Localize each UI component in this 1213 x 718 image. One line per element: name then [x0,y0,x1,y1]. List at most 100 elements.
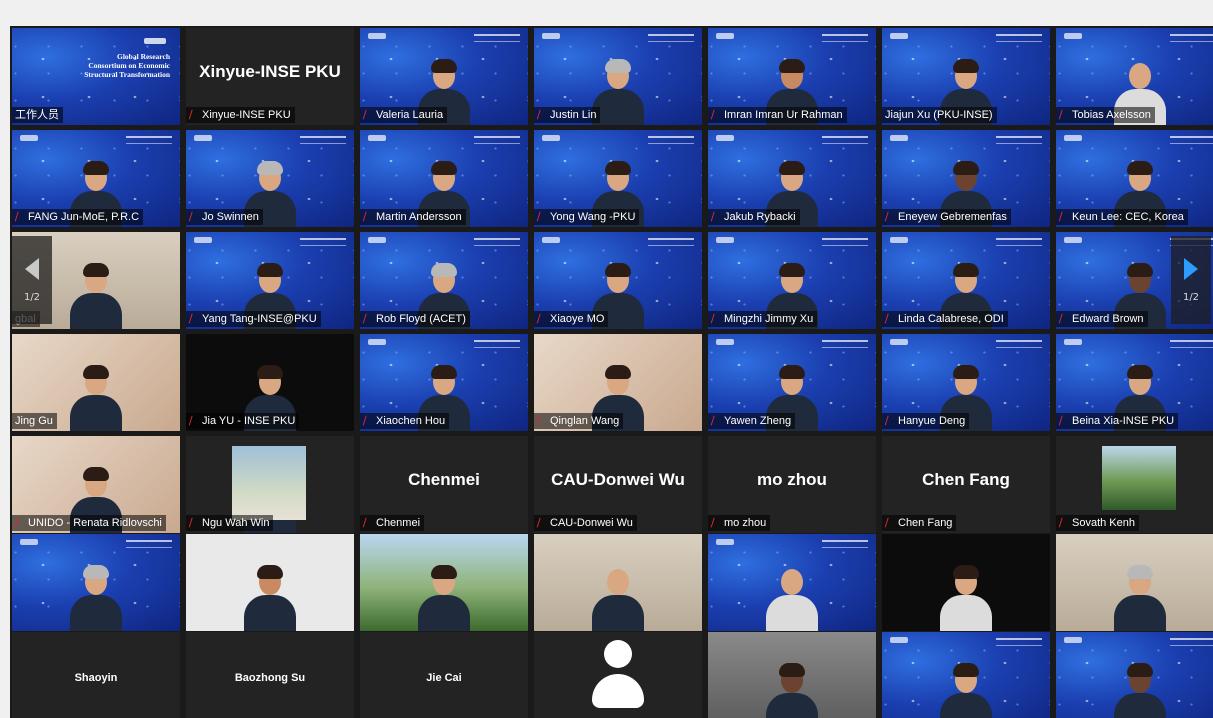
participant-name-label: ⧸ Xiaochen Hou [360,413,450,429]
participant-tile[interactable]: CAU-Donwei Wu ⧸ CAU-Donwei Wu [534,436,702,533]
banner-text-mark [1170,34,1213,42]
banner-text-mark [1170,340,1213,348]
participant-name-label: ⧸ Keun Lee: CEC, Korea [1056,209,1188,225]
muted-mic-icon: ⧸ [1059,109,1063,121]
participant-tile[interactable]: Chen Fang ⧸ Chen Fang [882,436,1050,533]
participant-tile[interactable] [12,534,180,631]
participant-tile[interactable]: Jing Gu [12,334,180,431]
participant-tile[interactable]: ⧸ Qinglan Wang [534,334,702,431]
muted-mic-icon: ⧸ [15,211,19,223]
participant-tile[interactable]: ⧸ Jo Swinnen [186,130,354,227]
participant-tile[interactable]: Xinyue-INSE PKU ⧸ Xinyue-INSE PKU [186,28,354,125]
participant-name-text: Xiaoye MO [550,313,605,325]
participant-tile[interactable]: ⧸ Valeria Lauria [360,28,528,125]
participant-tile[interactable] [186,534,354,631]
banner-text-mark [822,540,868,548]
participant-video-person [762,559,822,631]
participant-tile[interactable] [1056,632,1213,718]
participant-video-person [936,657,996,718]
muted-mic-icon: ⧸ [711,109,715,121]
participant-name-label: ⧸ Chenmei [360,515,425,531]
participant-tile[interactable]: Shaoyin [12,632,180,718]
consortium-logo-icon [368,339,386,345]
participant-video-person [1110,657,1170,718]
previous-page-button[interactable]: 1/2 [12,236,52,324]
participant-tile[interactable]: ⧸ Yawen Zheng [708,334,876,431]
participant-tile[interactable]: ⧸ Mingzhi Jimmy Xu [708,232,876,329]
participant-name-text: UNIDO - Renata Ridlovschi [28,517,162,529]
consortium-logo-icon [1064,339,1082,345]
participant-tile[interactable]: ⧸ Hanyue Deng [882,334,1050,431]
participant-tile[interactable]: ⧸ Martin Andersson [360,130,528,227]
consortium-logo-icon [890,33,908,39]
muted-mic-icon: ⧸ [189,415,193,427]
participant-name-text: Sovath Kenh [1072,517,1135,529]
banner-text-mark [648,34,694,42]
participant-tile[interactable]: ⧸ Imran Imran Ur Rahman [708,28,876,125]
participant-tile[interactable]: Baozhong Su [186,632,354,718]
participant-name-text: Linda Calabrese, ODI [898,313,1004,325]
next-page-button[interactable]: 1/2 [1171,236,1211,324]
muted-mic-icon: ⧸ [537,109,541,121]
participant-tile[interactable]: Global Research Consortium on Economic S… [12,28,180,125]
banner-text-mark [648,136,694,144]
participant-name-text: Jakub Rybacki [724,211,796,223]
participant-tile[interactable]: ⧸ Xiaoye MO [534,232,702,329]
participant-name-text: Valeria Lauria [376,109,444,121]
participant-tile[interactable]: ⧸ Eneyew Gebremenfas [882,130,1050,227]
participant-tile[interactable]: ⧸ Yong Wang -PKU [534,130,702,227]
participant-tile[interactable] [882,632,1050,718]
participant-tile[interactable]: Chenmei ⧸ Chenmei [360,436,528,533]
participant-tile[interactable]: ⧸ Yang Tang-INSE@PKU [186,232,354,329]
participant-tile[interactable]: ⧸ Linda Calabrese, ODI [882,232,1050,329]
participant-name-label: ⧸ Jia YU - INSE PKU [186,413,300,429]
consortium-logo-icon [194,135,212,141]
consortium-logo-icon [20,135,38,141]
participant-name-text: Chen Fang [898,517,953,529]
participant-tile[interactable] [1056,534,1213,631]
banner-text-mark [474,136,520,144]
participant-tile[interactable]: ⧸ Jia YU - INSE PKU [186,334,354,431]
participant-tile[interactable] [534,632,702,718]
participant-tile[interactable] [534,534,702,631]
participant-name-label: ⧸ mo zhou [708,515,771,531]
banner-text-mark [474,238,520,246]
participant-video-person [936,559,996,631]
participant-name-label: ⧸ Jakub Rybacki [708,209,800,225]
participant-name-text: Yong Wang -PKU [550,211,636,223]
participant-tile[interactable] [360,534,528,631]
participant-name-text: Jing Gu [15,415,53,427]
banner-text-mark [996,638,1042,646]
participant-display-name: Chen Fang [922,470,1010,489]
consortium-title: Global Research Consortium on Economic S… [84,52,170,79]
participant-tile[interactable] [708,534,876,631]
participant-tile[interactable]: ⧸ UNIDO - Renata Ridlovschi [12,436,180,533]
participant-tile[interactable]: Jie Cai [360,632,528,718]
participant-tile[interactable]: ⧸ Xiaochen Hou [360,334,528,431]
participant-tile[interactable]: Jiajun Xu (PKU-INSE) [882,28,1050,125]
participant-name-text: Martin Andersson [376,211,462,223]
participant-tile[interactable] [882,534,1050,631]
muted-mic-icon: ⧸ [363,517,367,529]
participant-tile[interactable]: ⧸ Ngu Wah Win [186,436,354,533]
banner-text-mark [822,34,868,42]
participant-name-label: ⧸ Rob Floyd (ACET) [360,311,470,327]
consortium-logo-icon [542,33,560,39]
participant-tile[interactable]: ⧸ Sovath Kenh [1056,436,1213,533]
participant-tile[interactable]: ⧸ Beina Xia-INSE PKU [1056,334,1213,431]
participant-tile[interactable]: ⧸ Justin Lin [534,28,702,125]
participant-tile[interactable]: ⧸ Tobias Axelsson [1056,28,1213,125]
muted-mic-icon: ⧸ [711,415,715,427]
participant-name-label: ⧸ Xiaoye MO [534,311,609,327]
participant-tile[interactable]: ⧸ Rob Floyd (ACET) [360,232,528,329]
participant-name-text: Rob Floyd (ACET) [376,313,466,325]
participant-tile[interactable]: ⧸ Jakub Rybacki [708,130,876,227]
muted-mic-icon: ⧸ [1059,517,1063,529]
muted-mic-icon: ⧸ [537,211,541,223]
participant-tile[interactable]: mo zhou ⧸ mo zhou [708,436,876,533]
consortium-logo-icon [542,135,560,141]
participant-name-text: Ngu Wah Win [202,517,270,529]
participant-tile[interactable]: ⧸ FANG Jun-MoE, P.R.C [12,130,180,227]
participant-tile[interactable]: ⧸ Keun Lee: CEC, Korea [1056,130,1213,227]
participant-tile[interactable] [708,632,876,718]
